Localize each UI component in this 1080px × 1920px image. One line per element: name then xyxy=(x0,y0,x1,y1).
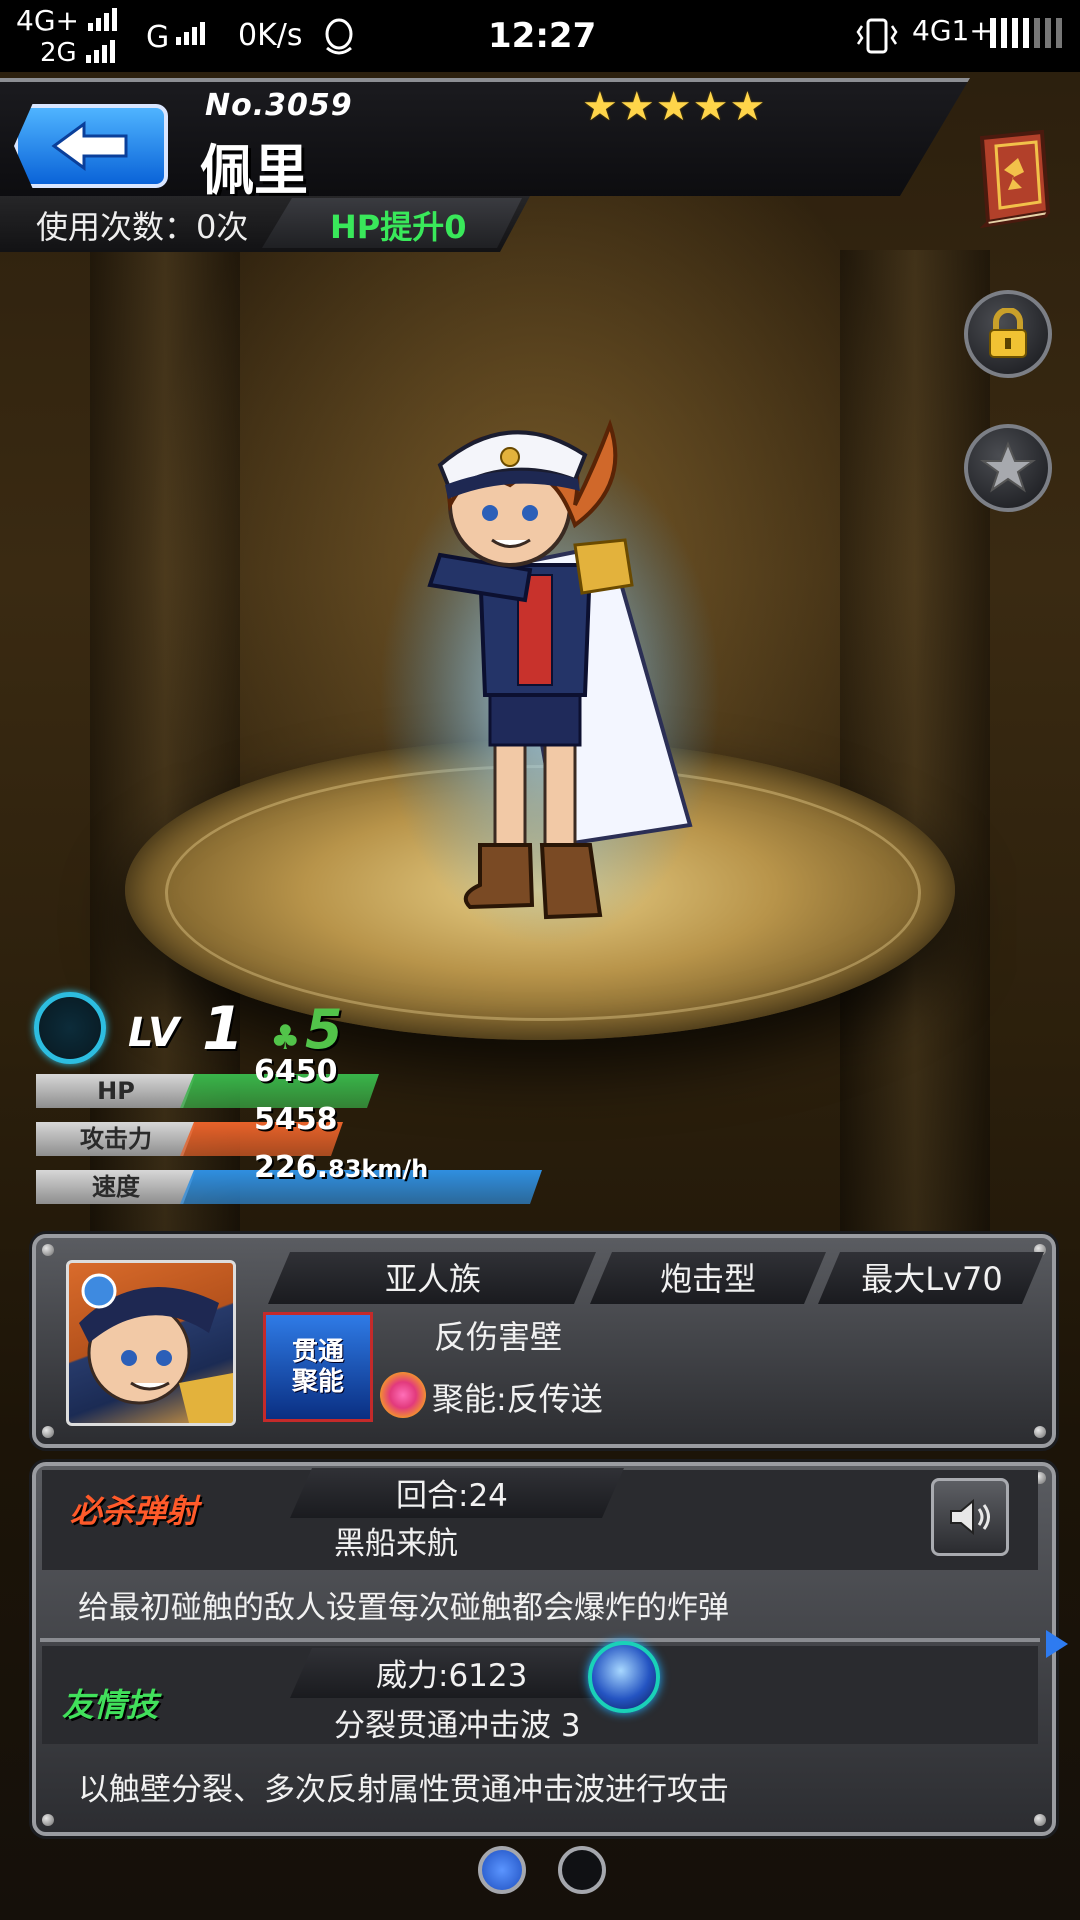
level-value: 1 xyxy=(202,994,244,1064)
strike-name: 黑船来航 xyxy=(334,1526,458,1562)
next-page-arrow-icon[interactable] xyxy=(1046,1630,1068,1658)
rivet xyxy=(42,1814,54,1826)
gauge-icon xyxy=(380,1372,426,1418)
status-bar: 4G+ 2G G 0K/s 12:27 4G1+ xyxy=(0,0,1080,72)
divider xyxy=(40,1638,1040,1642)
gauge-ability: 聚能:反传送 xyxy=(432,1380,603,1418)
ability-badge-icon: 贯通 聚能 xyxy=(263,1312,373,1422)
use-count: 使用次数：0次 xyxy=(36,208,249,246)
level-label: LV xyxy=(128,1010,179,1056)
lock-icon xyxy=(989,308,1027,358)
rivet xyxy=(42,1426,54,1438)
attack-value: 5458 xyxy=(254,1102,338,1137)
attack-label: 攻击力 xyxy=(36,1122,196,1156)
ability-badge-line2: 聚能 xyxy=(291,1367,344,1397)
max-level: 最大Lv70 xyxy=(861,1260,1003,1298)
network-type-3: G xyxy=(146,20,170,55)
vibrate-icon xyxy=(856,16,898,56)
avatar xyxy=(66,1260,236,1426)
network-type-2: 2G xyxy=(40,38,77,68)
race: 亚人族 xyxy=(384,1260,481,1298)
speed-unit: 83km/h xyxy=(328,1155,429,1183)
hp-value: 6450 xyxy=(254,1054,338,1089)
strike-turns: 回合:24 xyxy=(396,1478,508,1514)
strike-description: 给最初碰触的敌人设置每次碰触都会爆炸的炸弹 xyxy=(78,1590,729,1626)
friend-skill-icon xyxy=(588,1641,660,1713)
signal-icon xyxy=(176,22,205,45)
speed-value: 226.83km/h xyxy=(254,1150,428,1185)
rivet xyxy=(42,1244,54,1256)
signal-icon xyxy=(86,40,115,63)
rivet xyxy=(1034,1814,1046,1826)
speed-label: 速度 xyxy=(36,1170,196,1204)
strike-shot-title: 必杀弹射 xyxy=(70,1492,199,1530)
qq-icon xyxy=(322,18,356,56)
friend-power: 威力:6123 xyxy=(376,1658,528,1694)
hp-label: HP xyxy=(36,1074,196,1108)
friendship-title: 友情技 xyxy=(62,1686,159,1724)
ability: 反伤害壁 xyxy=(434,1318,563,1356)
background-pillar xyxy=(840,250,990,1250)
star-icon xyxy=(980,441,1036,493)
character-name: 佩里 xyxy=(200,139,308,202)
favorite-button[interactable] xyxy=(964,424,1052,512)
character-illustration xyxy=(380,419,720,945)
network-type-right: 4G1+ xyxy=(912,14,993,47)
hp-up-value: HP提升0 xyxy=(330,208,467,246)
rarity-stars: ★★★★★ xyxy=(582,84,767,130)
ability-badge-line1: 贯通 xyxy=(291,1337,344,1367)
back-button[interactable] xyxy=(14,104,168,188)
speed-number: 226. xyxy=(254,1150,329,1185)
luck-value: 5 xyxy=(305,998,343,1061)
speaker-icon xyxy=(950,1498,990,1536)
book-icon[interactable] xyxy=(968,128,1054,229)
clover-icon: ♣ xyxy=(270,1018,301,1058)
page-dot-active[interactable] xyxy=(478,1846,526,1894)
voice-button[interactable] xyxy=(931,1478,1009,1556)
clock: 12:27 xyxy=(488,16,597,56)
signal-bars-icon xyxy=(990,18,1062,48)
friend-skill-name: 分裂贯通冲击波 3 xyxy=(334,1708,581,1744)
page-dot[interactable] xyxy=(558,1846,606,1894)
signal-icon xyxy=(88,8,117,31)
attack-type: 炮击型 xyxy=(659,1260,756,1298)
arrow-left-icon xyxy=(51,121,128,171)
lock-button[interactable] xyxy=(964,290,1052,378)
network-speed: 0K/s xyxy=(238,18,303,53)
element-icon xyxy=(34,992,106,1064)
monster-number: No.3059 xyxy=(205,88,353,123)
friend-description: 以触壁分裂、多次反射属性贯通冲击波进行攻击 xyxy=(78,1772,729,1808)
rivet xyxy=(1034,1426,1046,1438)
network-type-1: 4G+ xyxy=(16,4,79,37)
